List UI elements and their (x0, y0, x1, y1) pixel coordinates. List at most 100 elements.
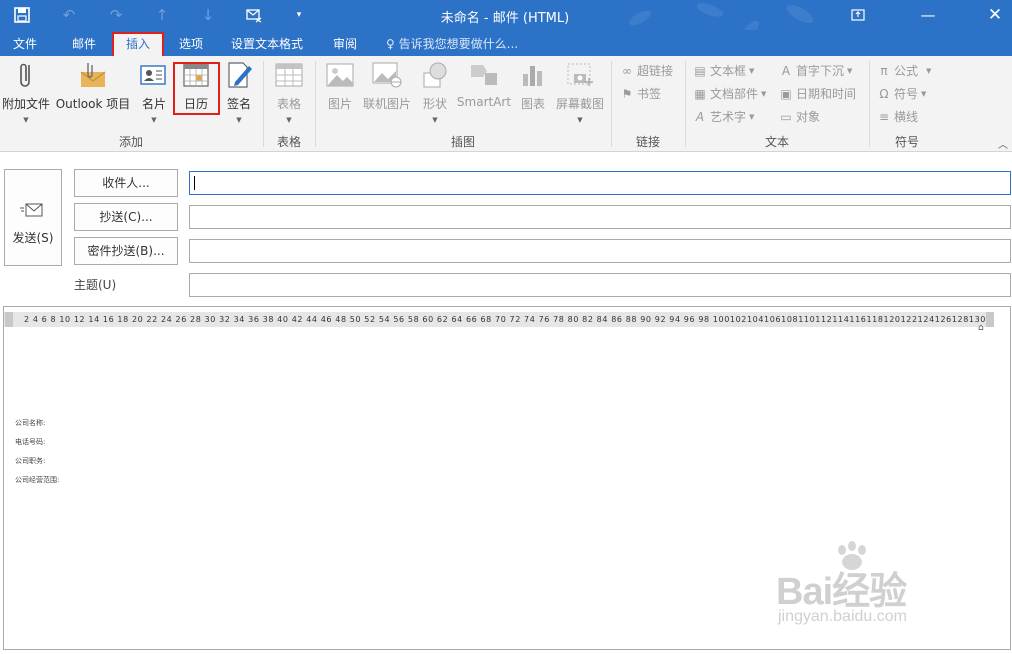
envelope-clip-icon (78, 60, 108, 90)
subject-label: 主题(U) (74, 278, 117, 292)
tab-stop-icon[interactable]: ⌂ (978, 323, 984, 333)
ruler[interactable]: 2 4 6 8 10 12 14 16 18 20 22 24 26 28 30… (4, 312, 994, 327)
text-box-label: 文本框 (710, 64, 747, 78)
tab-options[interactable]: 选项 (170, 34, 212, 56)
ribbon-display-icon[interactable] (847, 4, 869, 26)
save-icon[interactable] (11, 4, 33, 26)
horizontal-line-icon: ≡ (878, 110, 890, 124)
window-title: 未命名 - 邮件 (HTML) (440, 11, 570, 26)
object-button[interactable]: ▭ 对象 (779, 107, 820, 127)
chart-label: 图表 (520, 97, 545, 111)
tab-mail[interactable]: 邮件 (62, 34, 106, 56)
drop-cap-button[interactable]: A 首字下沉 ▼ (779, 61, 853, 81)
text-box-button[interactable]: ▤ 文本框 ▼ (693, 61, 754, 81)
redo-icon[interactable]: ↷ (105, 4, 127, 26)
bookmark-label: 书签 (637, 87, 662, 101)
send-button[interactable]: 发送(S) (4, 169, 62, 266)
date-time-button[interactable]: ▣ 日期和时间 (779, 84, 856, 104)
bookmark-button[interactable]: ⚑ 书签 (620, 84, 661, 104)
screenshot-button[interactable]: 屏幕截图 ▼ (554, 60, 606, 124)
to-field[interactable] (189, 171, 1011, 195)
online-pictures-button[interactable]: 联机图片 (361, 60, 413, 112)
equation-label: 公式 (894, 64, 919, 78)
tab-file[interactable]: 文件 (4, 34, 46, 56)
chevron-down-icon: ▼ (926, 67, 932, 75)
shapes-icon (420, 60, 450, 90)
group-links-label: 链接 (635, 135, 660, 149)
outlook-item-label: Outlook 项目 (55, 97, 131, 111)
to-button[interactable]: 收件人... (74, 169, 178, 197)
horizontal-line-label: 横线 (894, 110, 919, 124)
chart-icon (518, 60, 548, 90)
chart-button[interactable]: 图表 (516, 60, 550, 112)
cc-field[interactable] (189, 205, 1011, 229)
watermark-logo: Bai经验 (776, 571, 907, 613)
pictures-button[interactable]: 图片 (322, 60, 358, 112)
tab-format-text[interactable]: 设置文本格式 (224, 34, 310, 56)
signature-button[interactable]: 签名 ▼ (220, 60, 258, 124)
pi-icon: π (880, 64, 888, 78)
right-indent-marker[interactable] (986, 312, 994, 327)
omega-icon: Ω (879, 87, 889, 101)
screenshot-camera-icon (565, 60, 595, 90)
attach-file-button[interactable]: 附加文件 ▼ (0, 60, 52, 124)
send-label: 发送(S) (12, 231, 54, 245)
table-button[interactable]: 表格 ▼ (268, 60, 310, 124)
pictures-label: 图片 (327, 97, 352, 111)
chevron-down-icon: ▼ (749, 113, 755, 121)
signature-line-company: 公司名称: (15, 419, 46, 427)
bookmark-flag-icon: ⚑ (621, 87, 633, 101)
shapes-button[interactable]: 形状 ▼ (417, 60, 453, 124)
chevron-down-icon: ▼ (151, 116, 157, 124)
wordart-icon: A (695, 110, 705, 124)
symbol-label: 符号 (894, 87, 919, 101)
signature-label: 签名 (226, 97, 251, 111)
equation-button[interactable]: π 公式 ▼ (877, 61, 931, 81)
horizontal-line-button[interactable]: ≡ 横线 (877, 107, 918, 127)
hyperlink-button[interactable]: ∞ 超链接 (620, 61, 673, 81)
symbol-button[interactable]: Ω 符号 ▼ (877, 84, 926, 104)
chevron-down-icon: ▼ (236, 116, 242, 124)
online-picture-icon (372, 60, 402, 90)
group-table-label: 表格 (276, 135, 301, 149)
tell-me-text: 告诉我您想要做什么... (398, 37, 519, 51)
chevron-down-icon: ▼ (577, 116, 583, 124)
outlook-item-button[interactable]: Outlook 项目 (54, 60, 132, 112)
smartart-icon (469, 60, 499, 90)
quick-parts-label: 文档部件 (710, 87, 759, 101)
bcc-button[interactable]: 密件抄送(B)... (74, 237, 178, 265)
collapse-ribbon-icon[interactable]: ︿ (998, 136, 1008, 151)
wordart-button[interactable]: A 艺术字 ▼ (693, 107, 755, 127)
link-icon: ∞ (622, 64, 632, 78)
chevron-down-icon: ▼ (761, 90, 767, 98)
bcc-field[interactable] (189, 239, 1011, 263)
envelope-arrows-icon[interactable] (243, 4, 265, 26)
table-icon (274, 60, 304, 90)
down-arrow-icon[interactable]: ↓ (197, 4, 219, 26)
quick-parts-button[interactable]: ▦ 文档部件 ▼ (693, 84, 766, 104)
minimize-icon[interactable]: — (917, 4, 939, 26)
screenshot-label: 屏幕截图 (555, 97, 604, 111)
table-label: 表格 (276, 97, 301, 111)
business-card-button[interactable]: 名片 ▼ (136, 60, 172, 124)
signature-pen-icon (224, 60, 254, 90)
subject-field[interactable] (189, 273, 1011, 297)
tell-me-search[interactable]: ♀ 告诉我您想要做什么... (386, 34, 518, 54)
smartart-button[interactable]: SmartArt (456, 60, 512, 109)
tab-review[interactable]: 审阅 (324, 34, 366, 56)
customize-icon[interactable]: ▾ (288, 4, 310, 26)
watermark-url: jingyan.baidu.com (778, 608, 907, 625)
online-pictures-label: 联机图片 (362, 97, 411, 111)
close-icon[interactable]: ✕ (984, 4, 1006, 26)
undo-icon[interactable]: ↶ (58, 4, 80, 26)
group-symbols-label: 符号 (894, 135, 919, 149)
text-box-icon: ▤ (694, 64, 706, 78)
tab-insert[interactable]: 插入 (112, 32, 164, 56)
chevron-down-icon: ▼ (432, 116, 438, 124)
chevron-down-icon: ▼ (847, 67, 853, 75)
send-envelope-icon (5, 202, 61, 221)
left-indent-marker[interactable] (5, 312, 13, 327)
drop-cap-label: 首字下沉 (796, 64, 845, 78)
up-arrow-icon[interactable]: ↑ (151, 4, 173, 26)
cc-button[interactable]: 抄送(C)... (74, 203, 178, 231)
